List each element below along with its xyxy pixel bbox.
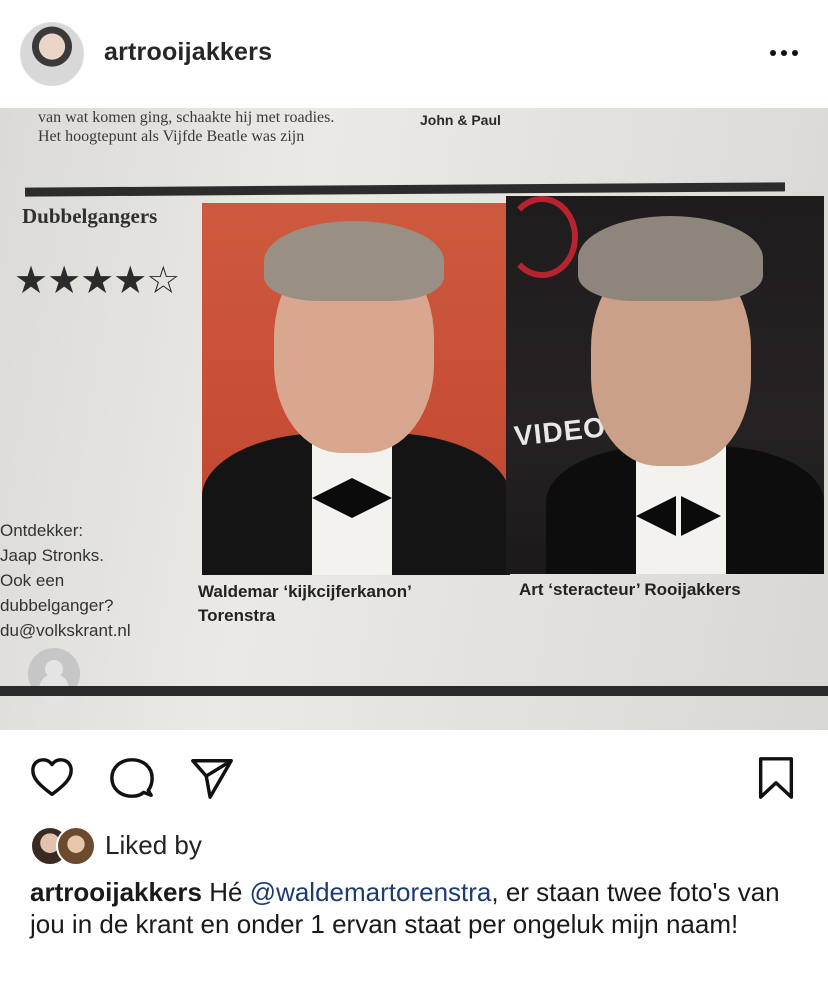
liked-by-label[interactable]: Liked by [105,830,202,861]
portrait-left [202,203,510,575]
caption-text-before: Hé [201,877,250,907]
section-title: Dubbelgangers [22,204,158,228]
post-header: artrooijakkers [0,0,828,108]
bookmark-icon[interactable] [752,754,800,802]
caption-mention-link[interactable]: @waldemartorenstra [250,877,492,907]
video-sign-text: VIDEO [512,411,608,452]
newspaper-top-right-text: John & Paul [420,112,501,128]
post-caption: artrooijakkers Hé @waldemartorenstra, er… [30,876,790,940]
post-image[interactable]: van wat komen ging, schaakte hij met roa… [0,108,828,730]
username-link[interactable]: artrooijakkers [104,38,272,67]
profile-avatar[interactable] [20,22,84,86]
photo-caption-left: Waldemar ‘kijkcijferkanon’ Torenstra [198,582,412,625]
portrait-right: VIDEO [506,196,824,574]
newspaper-top-text: van wat komen ging, schaakte hij met roa… [38,109,335,145]
send-icon[interactable] [188,754,236,802]
side-note: Ontdekker: Jaap Stronks. Ook een dubbelg… [0,521,131,640]
liker-avatar[interactable] [56,826,96,866]
comment-icon[interactable] [108,754,156,802]
photo-caption-right: Art ‘steracteur’ Rooijakkers [519,580,741,599]
heart-icon[interactable] [28,754,76,802]
rating-stars: ★★★★☆ [14,258,180,302]
action-bar [0,740,828,810]
newspaper-bottom-rule [0,686,828,696]
more-options-icon[interactable] [762,38,806,68]
caption-username[interactable]: artrooijakkers [30,877,202,907]
